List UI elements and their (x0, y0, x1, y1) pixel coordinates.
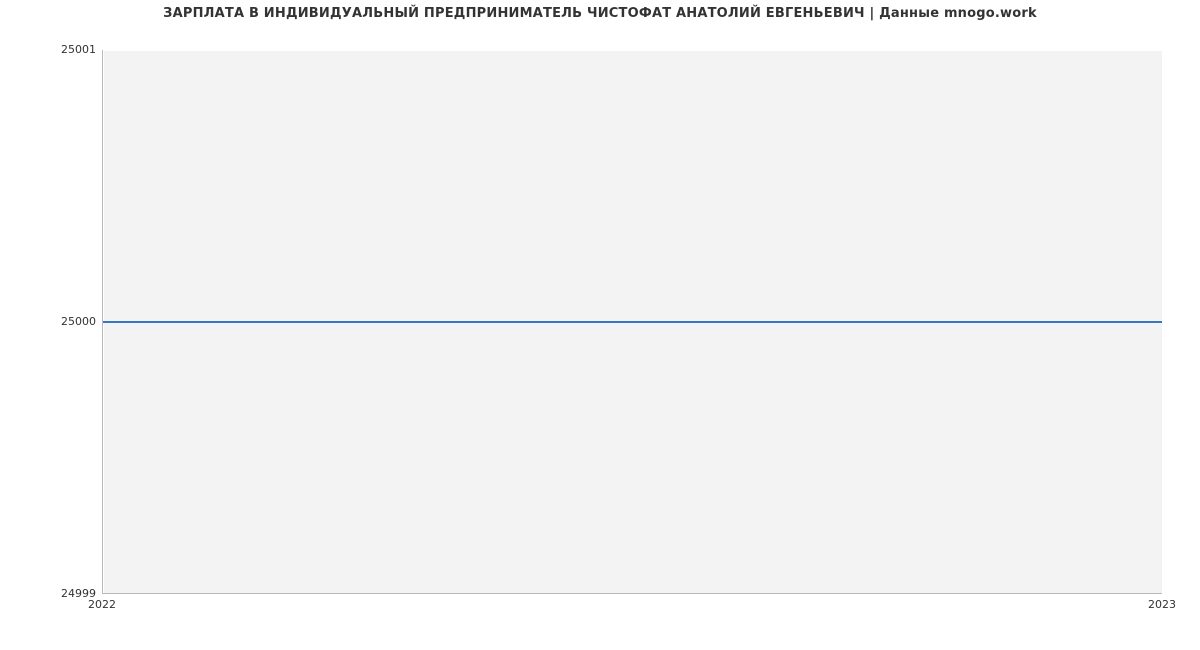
x-tick-label: 2022 (88, 598, 116, 611)
chart-title: ЗАРПЛАТА В ИНДИВИДУАЛЬНЫЙ ПРЕДПРИНИМАТЕЛ… (0, 6, 1200, 21)
x-tick-label: 2023 (1148, 598, 1176, 611)
y-tick-label: 25001 (6, 43, 96, 56)
grid-line-y (103, 594, 1162, 595)
y-tick-label: 24999 (6, 587, 96, 600)
grid-line-y (103, 50, 1162, 51)
plot-area (102, 50, 1162, 594)
y-tick-label: 25000 (6, 315, 96, 328)
chart-container: ЗАРПЛАТА В ИНДИВИДУАЛЬНЫЙ ПРЕДПРИНИМАТЕЛ… (0, 0, 1200, 650)
data-line (103, 321, 1162, 323)
grid-line-x (1163, 50, 1164, 593)
